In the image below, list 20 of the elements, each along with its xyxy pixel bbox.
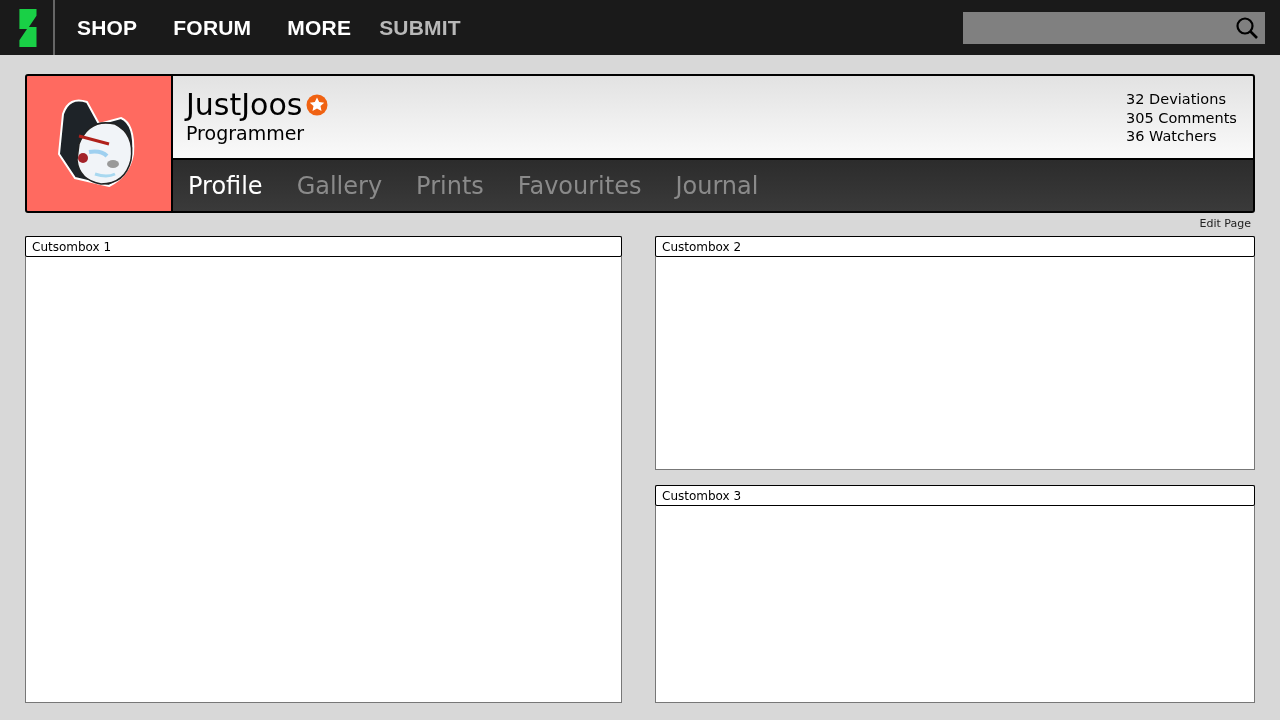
profile-tab[interactable]: Prints: [416, 171, 484, 200]
nav-link[interactable]: FORUM: [173, 15, 252, 40]
box-title: Cutsombox 1: [25, 236, 622, 257]
stat-count: 36 Watchers: [1126, 127, 1218, 146]
stat-count: 32 Deviations: [1126, 90, 1227, 109]
profile-tab[interactable]: Gallery: [296, 171, 383, 200]
star-badge-icon: [306, 94, 329, 116]
nav-link[interactable]: MORE: [287, 15, 352, 40]
profile-tab[interactable]: Favourites: [517, 171, 642, 200]
user-role: Programmer: [186, 122, 306, 144]
box-title: Custombox 3: [655, 485, 1255, 506]
nav-link[interactable]: SHOP: [77, 15, 138, 40]
profile-tab[interactable]: Journal: [675, 171, 759, 200]
profile-tab[interactable]: Profile: [188, 171, 263, 200]
username: JustJoos: [186, 88, 303, 122]
box-title: Custombox 2: [655, 236, 1255, 257]
nav-link[interactable]: SUBMIT: [379, 15, 461, 40]
edit-page-link[interactable]: Edit Page: [1199, 217, 1251, 236]
search-field[interactable]: [963, 11, 1265, 44]
search-icon[interactable]: [1235, 15, 1259, 40]
